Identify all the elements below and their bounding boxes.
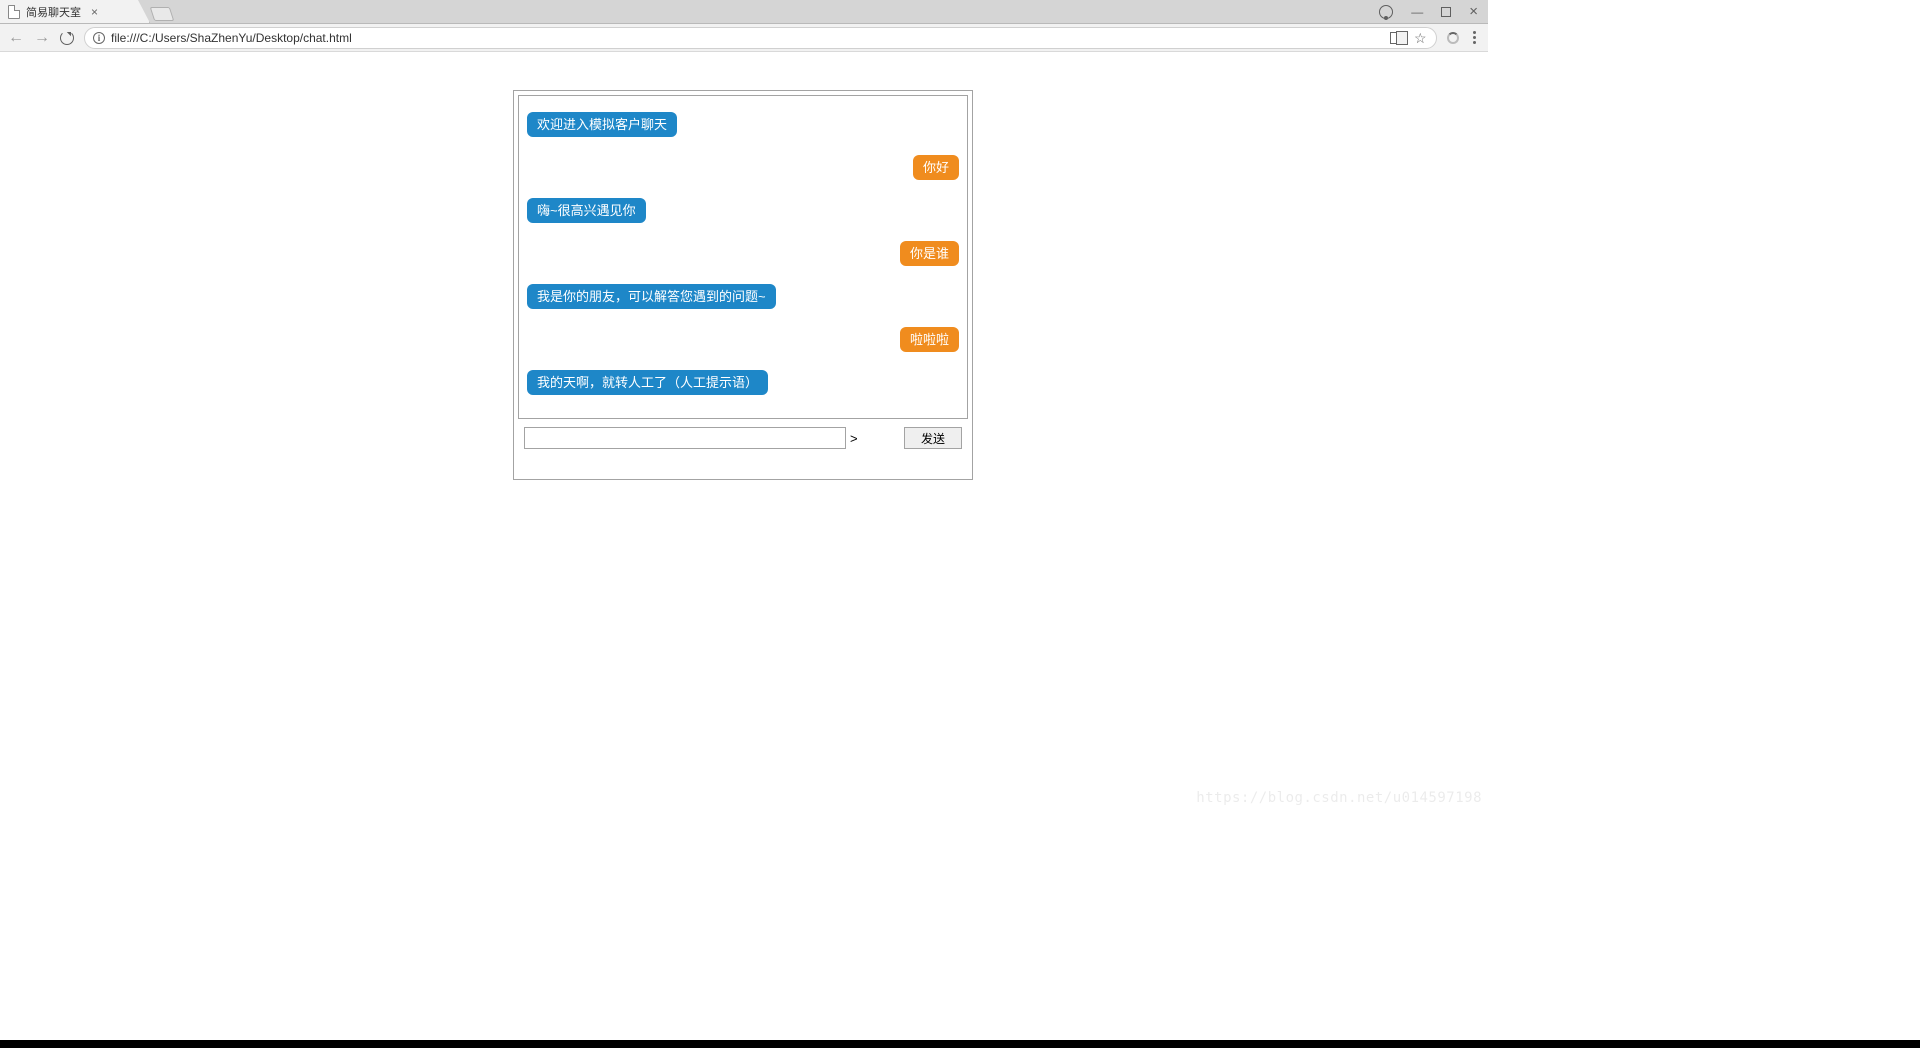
- url-text: file:///C:/Users/ShaZhenYu/Desktop/chat.…: [111, 31, 1384, 45]
- user-message-bubble: 你是谁: [900, 241, 959, 266]
- input-area: > 发送: [518, 419, 968, 475]
- browser-chrome: 简易聊天室 × — × ← → i file:///C:/Users/ShaZh…: [0, 0, 1488, 52]
- close-window-icon[interactable]: ×: [1469, 3, 1478, 20]
- taskbar: [0, 1040, 1920, 1048]
- bot-message-bubble: 我的天啊，就转人工了（人工提示语）: [527, 370, 768, 395]
- message-row: 你是谁: [527, 241, 959, 266]
- browser-toolbar: ← → i file:///C:/Users/ShaZhenYu/Desktop…: [0, 24, 1488, 52]
- send-button[interactable]: 发送: [904, 427, 962, 449]
- close-tab-icon[interactable]: ×: [91, 5, 98, 19]
- maximize-icon[interactable]: [1441, 7, 1451, 17]
- message-row: 我的天啊，就转人工了（人工提示语）: [527, 370, 959, 395]
- bot-message-bubble: 我是你的朋友，可以解答您遇到的问题~: [527, 284, 776, 309]
- arrow-char: >: [850, 431, 858, 446]
- page-icon: [8, 5, 20, 19]
- new-tab-button[interactable]: [150, 0, 174, 23]
- account-icon[interactable]: [1379, 5, 1393, 19]
- tab-title: 简易聊天室: [26, 4, 81, 20]
- minimize-icon[interactable]: —: [1411, 5, 1423, 19]
- site-info-icon[interactable]: i: [93, 32, 105, 44]
- bot-message-bubble: 嗨~很高兴遇见你: [527, 198, 646, 223]
- page-content: 欢迎进入模拟客户聊天你好嗨~很高兴遇见你你是谁我是你的朋友，可以解答您遇到的问题…: [0, 52, 1488, 804]
- back-icon[interactable]: ←: [8, 29, 24, 47]
- message-row: 欢迎进入模拟客户聊天: [527, 112, 959, 137]
- message-list: 欢迎进入模拟客户聊天你好嗨~很高兴遇见你你是谁我是你的朋友，可以解答您遇到的问题…: [518, 95, 968, 419]
- bookmark-star-icon[interactable]: [1414, 31, 1428, 45]
- bot-message-bubble: 欢迎进入模拟客户聊天: [527, 112, 677, 137]
- message-row: 我是你的朋友，可以解答您遇到的问题~: [527, 284, 959, 309]
- message-input[interactable]: [524, 427, 846, 449]
- message-row: 你好: [527, 155, 959, 180]
- watermark-text: https://blog.csdn.net/u014597198: [1196, 790, 1482, 806]
- browser-menu-icon[interactable]: [1469, 31, 1480, 44]
- forward-icon[interactable]: →: [34, 29, 50, 47]
- user-message-bubble: 啦啦啦: [900, 327, 959, 352]
- reload-icon[interactable]: [60, 31, 74, 45]
- address-bar[interactable]: i file:///C:/Users/ShaZhenYu/Desktop/cha…: [84, 27, 1437, 49]
- window-controls: — ×: [1369, 0, 1488, 23]
- message-row: 啦啦啦: [527, 327, 959, 352]
- titlebar: 简易聊天室 × — ×: [0, 0, 1488, 24]
- loading-icon: [1447, 32, 1459, 44]
- message-row: 嗨~很高兴遇见你: [527, 198, 959, 223]
- translate-icon[interactable]: [1390, 32, 1404, 44]
- browser-tab[interactable]: 简易聊天室 ×: [0, 0, 150, 23]
- chat-container: 欢迎进入模拟客户聊天你好嗨~很高兴遇见你你是谁我是你的朋友，可以解答您遇到的问题…: [513, 90, 973, 480]
- user-message-bubble: 你好: [913, 155, 959, 180]
